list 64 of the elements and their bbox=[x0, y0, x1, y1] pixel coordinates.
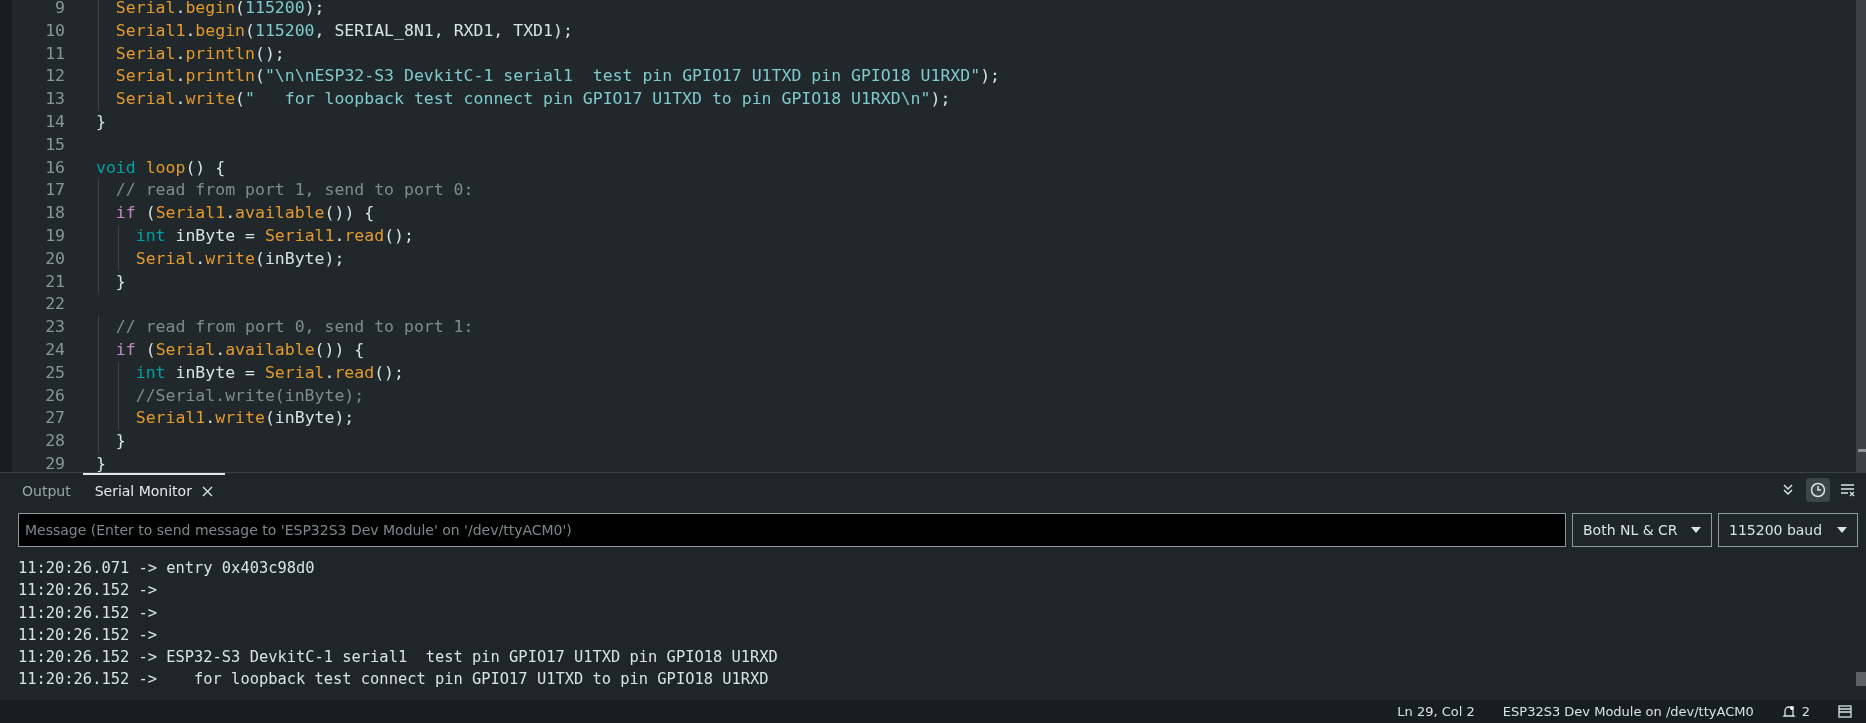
line-number: 14 bbox=[44, 111, 66, 133]
panel-icon[interactable] bbox=[1838, 705, 1852, 718]
code-line: Serial.write(inByte); bbox=[96, 247, 345, 271]
line-number: 9 bbox=[54, 0, 66, 19]
line-number: 23 bbox=[44, 316, 66, 339]
line-number: 15 bbox=[44, 133, 66, 156]
line-number: 24 bbox=[44, 338, 66, 361]
close-icon[interactable] bbox=[201, 485, 213, 497]
line-ending-dropdown[interactable]: Both NL & CR bbox=[1572, 513, 1712, 547]
line-number: 22 bbox=[44, 293, 66, 316]
panel-tab[interactable]: Serial Monitor bbox=[82, 473, 225, 507]
baud-rate-dropdown[interactable]: 115200 baud bbox=[1718, 513, 1858, 547]
clear-lines-icon bbox=[1840, 483, 1856, 497]
line-number: 20 bbox=[44, 247, 66, 270]
line-number: 13 bbox=[44, 88, 66, 111]
clock-icon bbox=[1810, 482, 1826, 498]
code-line: //Serial.write(inByte); bbox=[96, 384, 365, 408]
code-line: if (Serial1.available()) { bbox=[96, 202, 375, 225]
cursor-position[interactable]: Ln 29, Col 2 bbox=[1397, 704, 1475, 719]
line-number: 28 bbox=[44, 430, 66, 453]
output-line: 11:20:26.152 -> for loopback test connect pin GPIO17 U1TXD to pin GPIO18 U1RXD bbox=[18, 669, 770, 691]
code-line: Serial.begin(115200); bbox=[96, 0, 325, 20]
output-line: 11:20:26.152 -> bbox=[18, 624, 158, 646]
line-number: 12 bbox=[44, 65, 66, 88]
line-number: 21 bbox=[44, 270, 66, 293]
code-line: } bbox=[96, 430, 126, 453]
output-line: 11:20:26.152 -> ESP32-S3 DevkitC-1 serial1 test pin GPIO17 U1TXD pin GPIO18 U1RXD bbox=[18, 647, 779, 669]
line-number: 26 bbox=[44, 384, 66, 407]
code-line: void loop() { bbox=[96, 156, 226, 179]
message-field[interactable]: Message (Enter to send message to 'ESP32S3 Dev Module' on '/dev/ttyACM0') bbox=[18, 513, 1566, 547]
line-number: 25 bbox=[44, 361, 66, 384]
code-line: // read from port 0, send to port 1: bbox=[96, 316, 474, 339]
panel-tab[interactable]: Output bbox=[10, 473, 83, 507]
line-number: 11 bbox=[44, 42, 66, 65]
code-line: } bbox=[96, 111, 106, 133]
code-line: } bbox=[96, 270, 126, 294]
scrollbar[interactable] bbox=[1856, 0, 1866, 472]
code-line: if (Serial.available()) { bbox=[96, 338, 365, 362]
line-number: 27 bbox=[44, 407, 66, 430]
caret-icon bbox=[1837, 527, 1847, 533]
code-line: Serial1.begin(115200, SERIAL_8N1, RXD1, TXD1); bbox=[96, 19, 573, 43]
code-line: int inByte = Serial1.read(); bbox=[96, 224, 414, 248]
code-line: int inByte = Serial.read(); bbox=[96, 361, 404, 385]
line-number: 18 bbox=[44, 202, 66, 225]
code-line: Serial.println(); bbox=[96, 42, 285, 66]
line-number: 19 bbox=[44, 224, 66, 247]
line-number: 10 bbox=[44, 19, 66, 42]
output-line: 11:20:26.152 -> bbox=[18, 602, 158, 624]
board-status[interactable]: ESP32S3 Dev Module on /dev/ttyACM0 bbox=[1502, 704, 1754, 719]
code-line: Serial1.write(inByte); bbox=[96, 407, 355, 431]
code-line: } bbox=[96, 452, 106, 472]
line-number: 16 bbox=[44, 156, 66, 179]
caret-icon bbox=[1691, 527, 1701, 533]
notification-count: 2 bbox=[1801, 704, 1810, 719]
code-line: Serial.println("\n\nESP32-S3 DevkitC-1 serial1 test pin GPIO17 U1TXD pin GPIO18 U1RXD"); bbox=[96, 65, 1001, 89]
line-number: 17 bbox=[44, 179, 66, 202]
bell-icon[interactable] bbox=[1781, 704, 1796, 719]
code-line: // read from port 1, send to port 0: bbox=[96, 179, 474, 203]
timestamp-button[interactable] bbox=[1806, 478, 1830, 502]
double-chevron-down-icon bbox=[1781, 483, 1795, 497]
line-number: 29 bbox=[44, 452, 66, 472]
output-line: 11:20:26.152 -> bbox=[18, 580, 158, 602]
code-line: Serial.write(" for loopback test connect pin GPIO17 U1TXD to pin GPIO18 U1RXD\n"); bbox=[96, 88, 951, 111]
output-line: 11:20:26.071 -> entry 0x403c98d0 bbox=[18, 558, 316, 579]
